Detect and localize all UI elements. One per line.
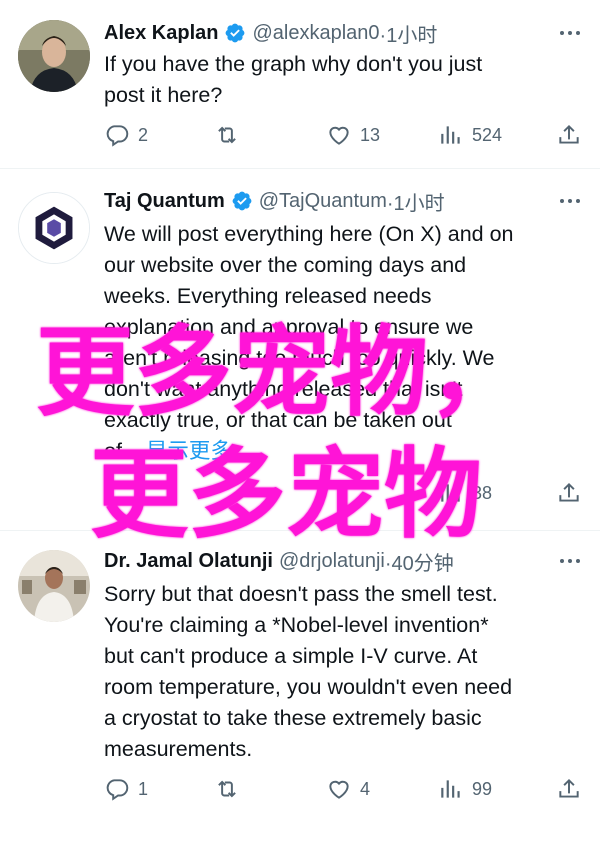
text-line: measurements.	[104, 737, 253, 761]
views-count: 524	[472, 124, 503, 145]
like-icon	[329, 780, 349, 799]
share-icon	[559, 778, 579, 798]
tweet-text: Sorry but that doesn't pass the smell te…	[104, 579, 584, 765]
text-line: but can't produce a simple I-V curve. At	[104, 644, 478, 668]
retweet-button[interactable]	[214, 776, 248, 802]
like-button[interactable]: 13	[326, 122, 380, 148]
views-button[interactable]: 99	[438, 776, 492, 802]
author-handle[interactable]: @drjolatunji	[279, 550, 385, 573]
share-icon	[559, 482, 579, 502]
verified-badge-icon	[226, 23, 245, 43]
reply-count: 2	[138, 124, 149, 145]
verified-badge-icon	[232, 191, 252, 211]
tweet-text: If you have the graph why don't you just…	[104, 49, 584, 111]
views-icon	[441, 780, 460, 798]
like-count: 4	[360, 778, 371, 799]
text-line: a cryostat to take these extremely basic	[104, 706, 482, 730]
text-line: Sorry but that doesn't pass the smell te…	[104, 582, 498, 606]
divider	[0, 168, 600, 169]
like-icon	[329, 126, 349, 145]
text-line: If you have the graph why don't you just	[104, 52, 483, 76]
text-line: weeks. Everything released needs	[104, 284, 432, 308]
author-name[interactable]: Alex Kaplan	[104, 22, 218, 45]
author-name[interactable]: Taj Quantum	[104, 190, 225, 213]
like-count: 13	[360, 124, 381, 145]
text-line: You're claiming a *Nobel-level invention…	[104, 613, 489, 637]
text-line: our website over the coming days and	[104, 253, 467, 277]
reply-icon	[106, 125, 129, 147]
share-icon	[559, 124, 579, 144]
tweet-time[interactable]: ·1小时	[387, 187, 445, 216]
more-icon[interactable]	[558, 192, 582, 210]
reply-count: 1	[138, 778, 149, 799]
views-icon	[441, 126, 460, 144]
share-button[interactable]	[556, 480, 582, 506]
retweet-button[interactable]	[214, 122, 248, 148]
watermark-line-2: 更多宠物	[90, 438, 483, 552]
taj-quantum-logo	[19, 193, 89, 263]
tweet-jamal-olatunji[interactable]: Dr. Jamal Olatunji @drjolatunji ·40分钟 So…	[0, 546, 600, 836]
retweet-icon	[218, 126, 236, 144]
text-line: room temperature, you wouldn't even need	[104, 675, 513, 699]
tweet-time[interactable]: ·1小时	[380, 19, 438, 48]
views-button[interactable]: 524	[438, 122, 502, 148]
author-handle[interactable]: @TajQuantum	[259, 190, 387, 213]
retweet-icon	[218, 780, 236, 798]
more-icon[interactable]	[558, 552, 582, 570]
text-line: We will post everything here (On X) and …	[104, 222, 514, 246]
share-button[interactable]	[556, 122, 582, 148]
action-bar: 2 13 524	[104, 122, 584, 152]
avatar-photo	[18, 20, 90, 92]
watermark-line-1: 更多宠物，	[36, 316, 527, 430]
like-button[interactable]: 4	[326, 776, 370, 802]
author-handle[interactable]: @alexkaplan0	[252, 22, 379, 45]
more-icon[interactable]	[558, 24, 582, 42]
reply-button[interactable]: 1	[104, 776, 148, 802]
tweet-alex-kaplan[interactable]: Alex Kaplan @alexkaplan0 ·1小时 If you hav…	[0, 18, 600, 168]
avatar[interactable]	[18, 192, 90, 264]
action-bar: 1 4 99	[104, 776, 584, 806]
avatar[interactable]	[18, 550, 90, 622]
share-button[interactable]	[556, 776, 582, 802]
reply-icon	[106, 779, 129, 801]
author-name[interactable]: Dr. Jamal Olatunji	[104, 550, 273, 573]
avatar[interactable]	[18, 20, 90, 92]
reply-button[interactable]: 2	[104, 122, 148, 148]
views-count: 99	[472, 778, 493, 799]
avatar-photo	[18, 550, 90, 622]
text-line: post it here?	[104, 83, 223, 107]
